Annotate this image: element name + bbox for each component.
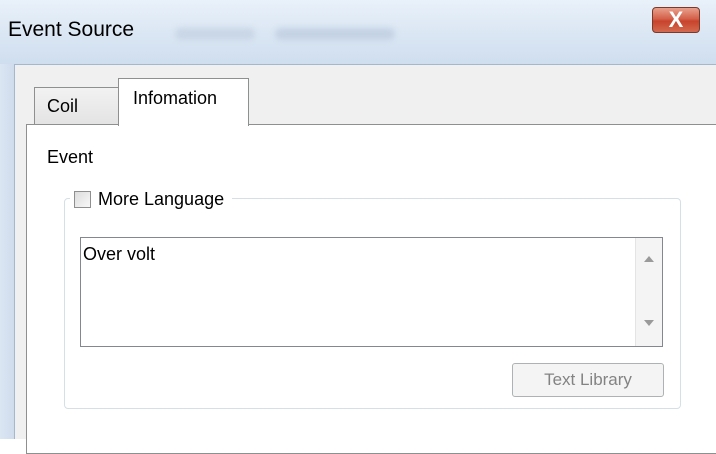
close-icon: X <box>668 7 684 32</box>
title-blur-region <box>175 28 255 40</box>
tab-information-label: Infomation <box>133 88 218 108</box>
dialog-client-area: Coil Infomation Event More Language Over… <box>14 64 716 454</box>
scroll-up-icon[interactable] <box>644 256 654 262</box>
scroll-down-icon[interactable] <box>644 320 654 326</box>
more-language-checkbox[interactable] <box>74 190 91 208</box>
tab-coil-label: Coil <box>47 96 79 116</box>
text-library-button[interactable]: Text Library <box>512 363 664 397</box>
close-button[interactable]: X <box>652 7 700 33</box>
vertical-scrollbar[interactable] <box>635 238 662 346</box>
event-label: Event <box>47 147 94 167</box>
title-bar: Event Source X <box>0 0 716 64</box>
information-tab-panel: Event More Language Over volt Text Libra… <box>26 124 716 454</box>
window-frame-left <box>0 64 14 439</box>
more-language-label[interactable]: More Language <box>98 189 224 210</box>
title-blur-region <box>275 28 395 40</box>
event-text-value: Over volt <box>83 244 156 264</box>
more-language-legend: More Language <box>70 188 233 210</box>
tab-information[interactable]: Infomation <box>118 78 249 126</box>
event-text-area[interactable]: Over volt <box>80 237 663 347</box>
window-title: Event Source <box>8 18 135 41</box>
